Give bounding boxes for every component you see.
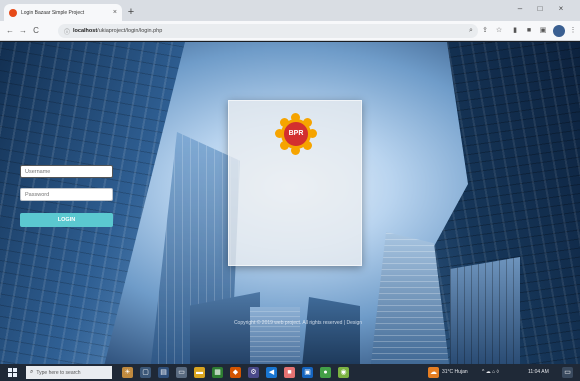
app-green-icon[interactable]: ◉: [338, 367, 349, 378]
system-tray[interactable]: ^ ☁ ⌂ ◊: [482, 369, 499, 375]
app-orange-icon[interactable]: ◆: [230, 367, 241, 378]
building-bottom-2: [250, 307, 300, 364]
site-info-icon[interactable]: ⓘ: [64, 27, 70, 36]
extensions-icon[interactable]: ▮: [510, 26, 520, 36]
login-card: BPR: [228, 100, 362, 266]
password-field[interactable]: [20, 188, 113, 201]
login-page: BPR LOGIN Copyright © 2019 web project. …: [0, 42, 580, 364]
copyright-footer: Copyright © 2019 web project. All rights…: [233, 320, 363, 326]
store-icon[interactable]: ▦: [212, 367, 223, 378]
browser-tabstrip: Login Bazaar Simple Project × + – □ ×: [0, 0, 580, 21]
profile-avatar[interactable]: [553, 25, 565, 37]
search-icon[interactable]: ⌕: [466, 26, 476, 36]
folder-icon[interactable]: ▬: [194, 367, 205, 378]
favicon-icon: [9, 8, 17, 17]
windows-start-icon[interactable]: [8, 368, 17, 377]
file-explorer-icon[interactable]: ▭: [176, 367, 187, 378]
url-host: localhost: [73, 28, 98, 34]
url-path: /ukiaproject/login/login.php: [97, 28, 163, 34]
minimize-button[interactable]: –: [512, 4, 528, 13]
taskbar-search[interactable]: ⌕ Type here to search: [26, 366, 112, 379]
tab-close-icon[interactable]: ×: [113, 9, 117, 16]
chrome-icon[interactable]: ●: [320, 367, 331, 378]
weather-text: 31°C Hujan: [442, 369, 468, 375]
weather-widget-icon[interactable]: ☀: [122, 367, 133, 378]
vscode-icon[interactable]: ◀: [266, 367, 277, 378]
login-button[interactable]: LOGIN: [20, 213, 113, 227]
menu-icon[interactable]: ⋮: [568, 26, 578, 36]
app-blue-icon[interactable]: ▣: [302, 367, 313, 378]
new-tab-button[interactable]: +: [124, 5, 138, 19]
tab-title: Login Bazaar Simple Project: [21, 9, 85, 16]
clock[interactable]: 11:04 AM: [528, 369, 549, 375]
forward-icon[interactable]: →: [17, 25, 29, 37]
puzzle-icon[interactable]: ■: [524, 26, 534, 36]
share-icon[interactable]: ⇪: [480, 26, 490, 36]
reload-icon[interactable]: C: [30, 25, 42, 37]
taskbar: ⌕ Type here to search ☀ ▢ ▤ ▭ ▬ ▦ ◆ ⚙ ◀ …: [0, 364, 580, 381]
logo-text: BPR: [288, 130, 304, 137]
taskbar-search-placeholder: Type here to search: [36, 369, 81, 376]
address-bar[interactable]: ⓘ localhost/ukiaproject/login/login.php: [58, 24, 478, 38]
url-text: localhost/ukiaproject/login/login.php: [73, 28, 162, 34]
browser-tab[interactable]: Login Bazaar Simple Project ×: [4, 4, 122, 21]
widgets-icon[interactable]: ▤: [158, 367, 169, 378]
sidebar-icon[interactable]: ▣: [538, 26, 548, 36]
browser-toolbar: ← → C ⓘ localhost/ukiaproject/login/logi…: [0, 21, 580, 41]
screen: Login Bazaar Simple Project × + – □ × ← …: [0, 0, 580, 381]
maximize-button[interactable]: □: [532, 4, 548, 13]
bpr-logo: BPR: [275, 113, 317, 155]
app-settings-icon[interactable]: ⚙: [248, 367, 259, 378]
username-field[interactable]: [20, 165, 113, 178]
back-icon[interactable]: ←: [4, 25, 16, 37]
weather-tray-icon[interactable]: ☁: [428, 367, 439, 378]
app-red-icon[interactable]: ■: [284, 367, 295, 378]
building-bottom-3: [300, 297, 360, 364]
search-glass-icon: ⌕: [30, 369, 34, 375]
task-view-icon[interactable]: ▢: [140, 367, 151, 378]
star-icon[interactable]: ☆: [494, 26, 504, 36]
close-window-button[interactable]: ×: [553, 4, 569, 13]
notification-icon[interactable]: ▭: [562, 367, 573, 378]
skyscraper-right-far: [450, 257, 520, 364]
